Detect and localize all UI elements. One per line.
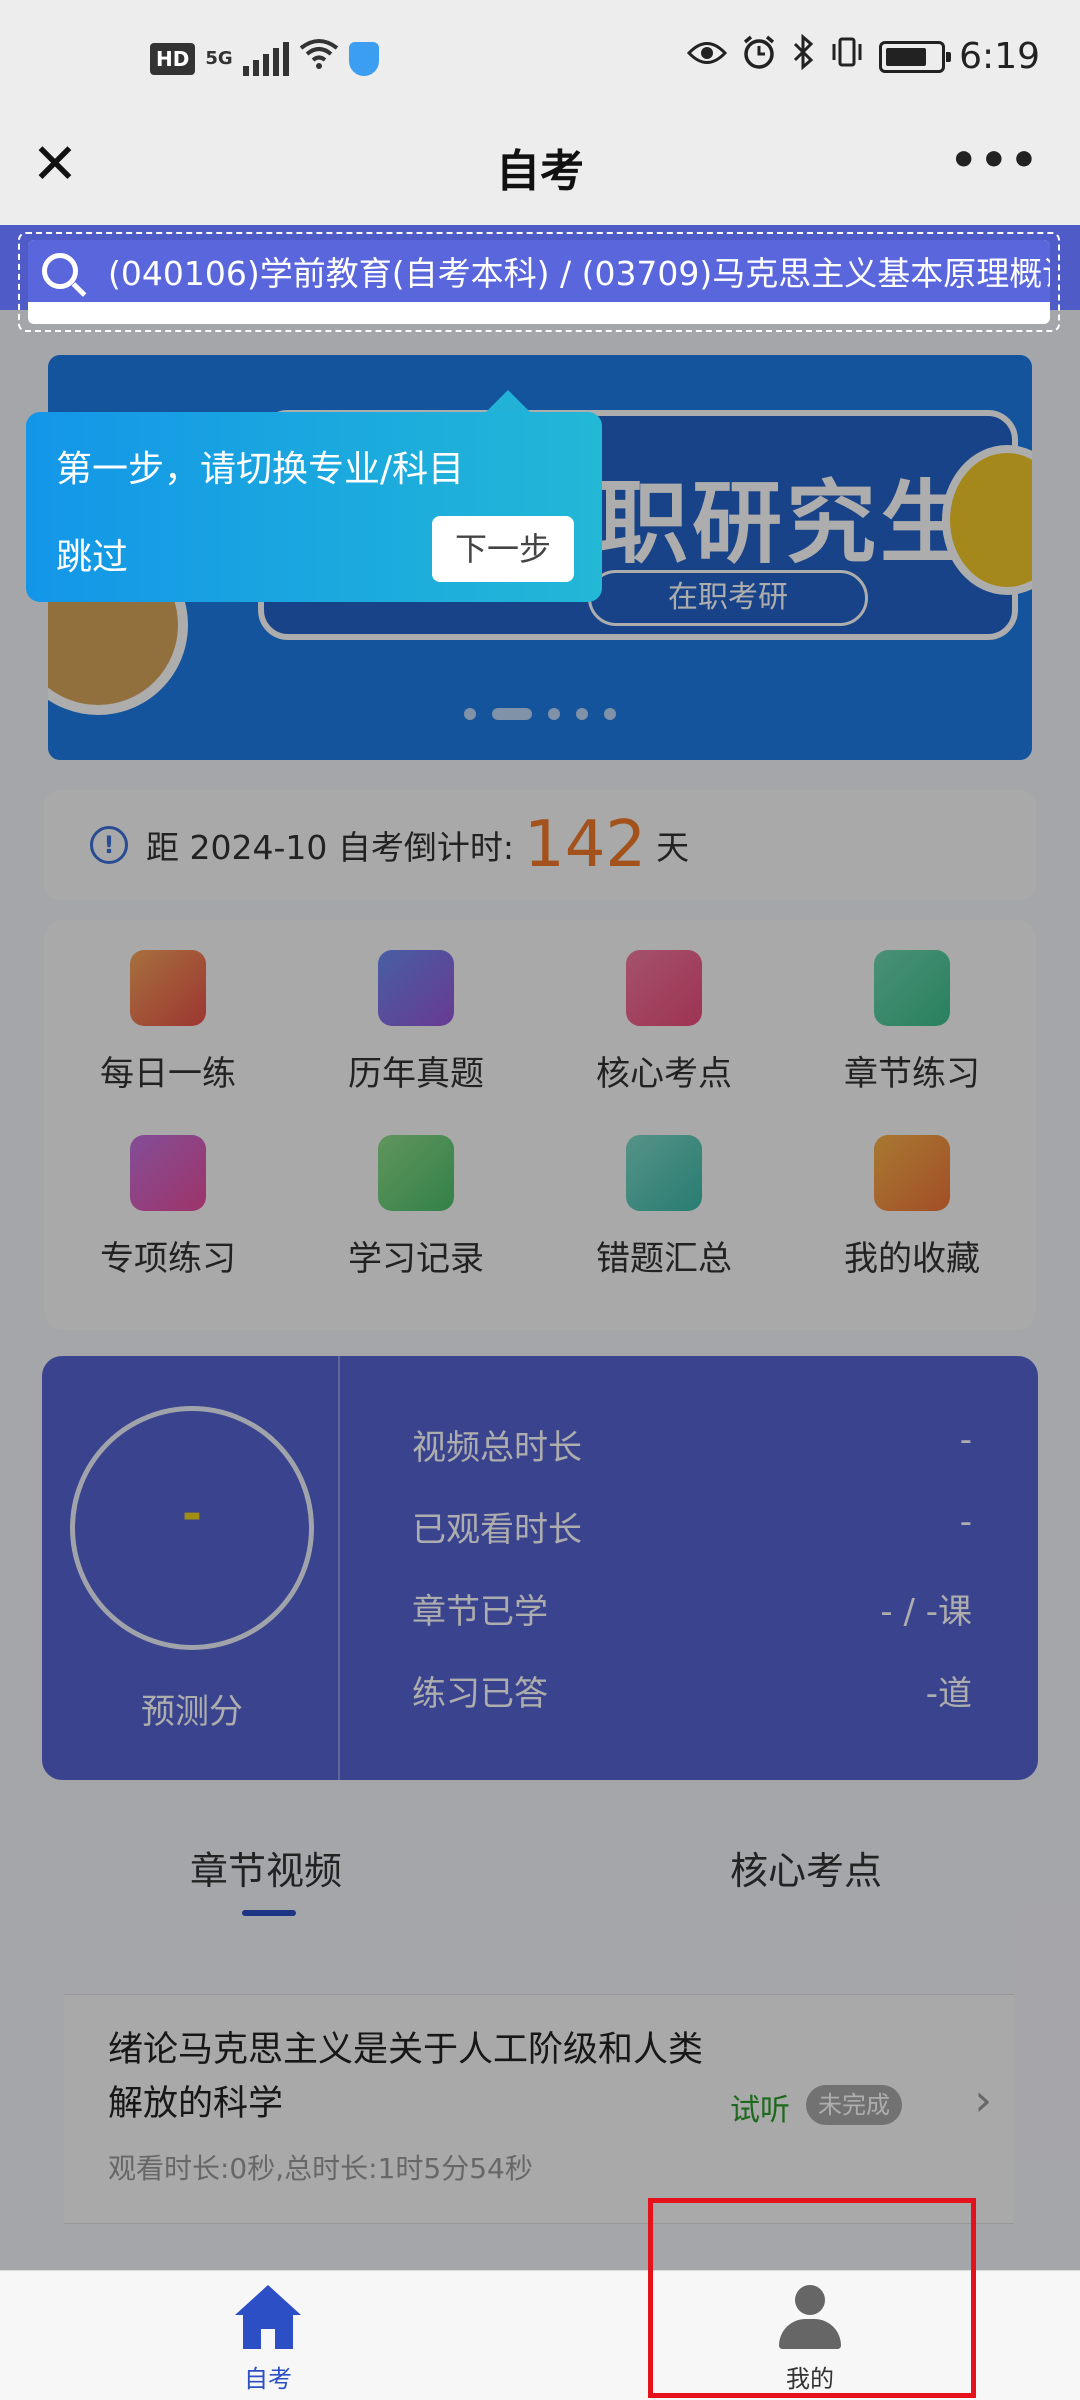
home-icon [233, 2285, 303, 2351]
page-title: 自考 [496, 146, 584, 197]
hd-icon: HD [150, 42, 196, 75]
next-step-button[interactable]: 下一步 [432, 516, 574, 582]
more-icon[interactable]: ••• [950, 135, 1040, 186]
battery-icon [879, 40, 952, 73]
wifi-icon [299, 38, 339, 79]
tooltip-title: 第一步，请切换专业/科目 [56, 449, 465, 490]
search-icon [42, 253, 78, 289]
eye-icon [687, 36, 728, 77]
subject-text: (040106)学前教育(自考本科) / (03709)马克思主义基本原理概论 [108, 254, 1050, 293]
clock-time: 6:19 [959, 36, 1040, 77]
highlight-box [648, 2198, 976, 2398]
status-left: HD 5G [150, 38, 379, 79]
status-bar: HD 5G 6:19 [0, 0, 1080, 115]
signal-icon [242, 41, 289, 76]
subject-switcher-inner: (040106)学前教育(自考本科) / (03709)马克思主义基本原理概论 [28, 240, 1050, 324]
skip-button[interactable]: 跳过 [56, 528, 128, 580]
nav-item-home[interactable]: 自考 [168, 2285, 368, 2394]
status-right: 6:19 [687, 33, 1040, 79]
nav-label-home: 自考 [244, 2365, 292, 2393]
title-bar: ✕ 自考 ••• [0, 115, 1080, 225]
subject-switcher-bar: (040106)学前教育(自考本科) / (03709)马克思主义基本原理概论 [28, 240, 1050, 302]
bluetooth-icon [791, 33, 815, 79]
subject-switcher[interactable]: (040106)学前教育(自考本科) / (03709)马克思主义基本原理概论 [18, 232, 1060, 332]
onboarding-overlay [0, 310, 1080, 2270]
onboarding-tooltip: 第一步，请切换专业/科目 跳过 下一步 [26, 390, 602, 602]
security-shield-icon [348, 41, 379, 76]
vibrate-icon [829, 34, 865, 79]
network-type: 5G [205, 47, 233, 69]
alarm-icon [741, 34, 777, 79]
